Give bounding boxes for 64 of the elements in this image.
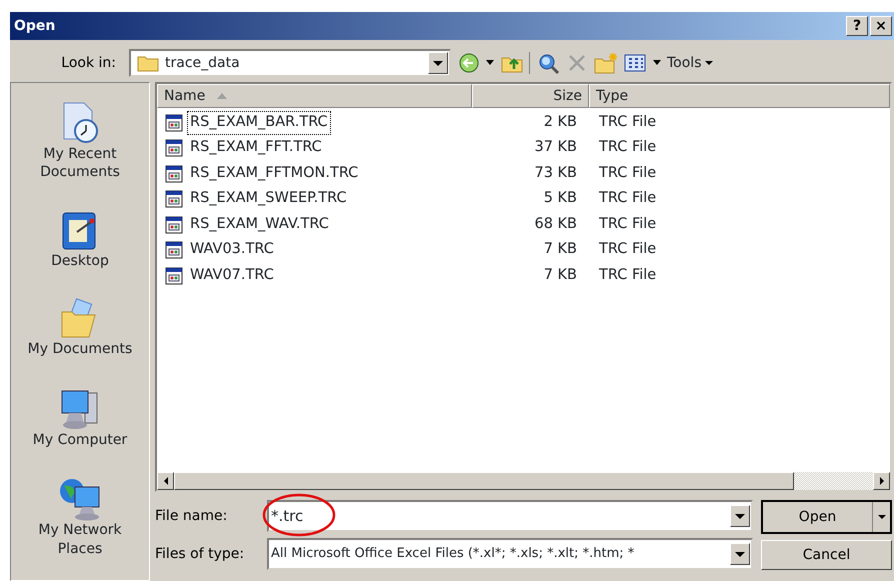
places-item[interactable]: My Computer <box>11 386 149 450</box>
file-type: TRC File <box>598 266 656 285</box>
file-type: TRC File <box>598 214 656 234</box>
file-icon <box>165 241 183 260</box>
file-size: 7 KB <box>542 266 578 285</box>
file-size: 68 KB <box>533 214 578 234</box>
column-header[interactable]: Size <box>472 84 589 108</box>
window-title: Open <box>14 16 56 36</box>
file-name[interactable]: RS_EXAM_SWEEP.TRC <box>187 187 350 212</box>
file-icon <box>165 114 183 132</box>
globe-search-icon[interactable] <box>536 52 560 74</box>
look-in-dropdown[interactable]: trace_data <box>129 49 451 77</box>
places-item[interactable]: My Network Places <box>11 477 149 558</box>
look-in-value: trace_data <box>165 54 241 72</box>
file-type-dropdown[interactable]: All Microsoft Office Excel Files (*.xl*; *.xls; *.xlt; *.htm; * <box>267 538 753 570</box>
globe-computer-icon <box>58 477 102 522</box>
file-icon <box>165 139 183 158</box>
places-item[interactable]: My Documents <box>11 298 149 359</box>
file-type: TRC File <box>598 189 656 208</box>
back-icon[interactable] <box>458 52 480 74</box>
file-name[interactable]: WAV07.TRC <box>187 264 277 288</box>
close-button[interactable]: × <box>870 16 892 36</box>
places-item[interactable]: My Recent Documents <box>11 101 149 182</box>
file-size: 2 KB <box>542 112 578 132</box>
place-label: Desktop <box>51 252 109 270</box>
place-label: My Network Places <box>37 521 123 558</box>
file-icon <box>165 190 183 208</box>
file-name[interactable]: RS_EXAM_FFT.TRC <box>187 136 325 160</box>
place-label: My Computer <box>32 430 128 450</box>
file-size: 73 KB <box>533 164 578 183</box>
file-type: TRC File <box>598 112 656 132</box>
file-type: TRC File <box>598 164 656 183</box>
file-size: 7 KB <box>542 240 578 260</box>
scroll-left-icon[interactable] <box>157 472 174 490</box>
file-icon <box>165 164 183 183</box>
view-grid-icon[interactable] <box>624 54 646 72</box>
scrollbar-thumb[interactable] <box>174 472 794 490</box>
place-label: My Documents <box>28 340 132 359</box>
files-of-type-label: Files of type: <box>155 544 246 564</box>
file-size: 5 KB <box>542 189 578 208</box>
tools-menu[interactable]: Tools <box>667 52 713 74</box>
cancel-button[interactable]: Cancel <box>761 540 892 570</box>
place-label: My Recent Documents <box>39 145 121 182</box>
file-icon <box>165 266 183 285</box>
folder-icon <box>137 54 159 72</box>
file-name[interactable]: WAV03.TRC <box>187 238 277 262</box>
file-name[interactable]: RS_EXAM_FFTMON.TRC <box>187 162 362 186</box>
help-button[interactable]: ? <box>846 16 868 36</box>
file-type: TRC File <box>598 138 656 158</box>
file-name-label: File name: <box>155 506 228 526</box>
file-icon <box>165 216 183 234</box>
places-item[interactable]: Desktop <box>11 210 149 270</box>
column-header[interactable]: Type <box>589 84 890 108</box>
caret-icon[interactable] <box>486 60 494 66</box>
file-name[interactable]: RS_EXAM_WAV.TRC <box>187 212 332 237</box>
file-type: TRC File <box>598 240 656 260</box>
open-button[interactable]: Open <box>761 500 892 534</box>
file-name[interactable]: RS_EXAM_BAR.TRC <box>187 110 331 135</box>
scroll-right-icon[interactable] <box>873 472 890 490</box>
file-name-field[interactable]: *.trc <box>267 500 753 532</box>
file-size: 37 KB <box>533 138 578 158</box>
caret-icon[interactable] <box>652 60 660 66</box>
look-in-label: Look in: <box>60 54 116 72</box>
column-header[interactable]: Name <box>157 84 472 108</box>
